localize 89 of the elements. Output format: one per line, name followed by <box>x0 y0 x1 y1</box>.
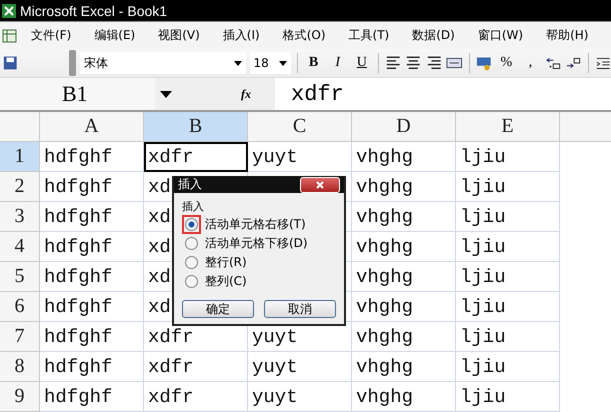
table-cell: yuyt <box>248 382 352 412</box>
table-cell: ljiu <box>456 322 560 352</box>
table-cell: hdfghf <box>40 352 144 382</box>
table-cell: ljiu <box>456 352 560 382</box>
toolbar-grip[interactable] <box>68 50 76 76</box>
table-cell: hdfghf <box>40 142 144 172</box>
menu-item[interactable]: 工具(T) <box>336 27 400 44</box>
table-cell: hdfghf <box>40 172 144 202</box>
table-cell: ljiu <box>456 202 560 232</box>
font-size-select[interactable]: 18 <box>250 52 290 74</box>
column-header[interactable]: C <box>248 112 352 142</box>
style-button[interactable]: I <box>328 52 348 74</box>
table-cell: vhghg <box>352 142 456 172</box>
radio-button[interactable] <box>185 275 198 288</box>
table-cell: yuyt <box>248 352 352 382</box>
dialog-button[interactable]: 确定 <box>182 300 254 318</box>
table-cell: vhghg <box>352 172 456 202</box>
radio-button[interactable] <box>185 237 198 250</box>
table-cell: ljiu <box>456 382 560 412</box>
number-format-button[interactable]: % <box>496 52 516 74</box>
table-cell: vhghg <box>352 202 456 232</box>
table-cell: yuyt <box>248 142 352 172</box>
dialog-button[interactable]: 取消 <box>264 300 336 318</box>
radio-button[interactable] <box>185 218 198 232</box>
table-cell: hdfghf <box>40 262 144 292</box>
align-icon[interactable] <box>405 55 422 72</box>
table-cell: hdfghf <box>40 202 144 232</box>
menu-item[interactable]: 帮助(H) <box>533 27 598 44</box>
table-cell: vhghg <box>352 292 456 322</box>
table-cell: ljiu <box>456 232 560 262</box>
menu-item[interactable]: 窗口(W) <box>464 27 534 44</box>
close-icon <box>316 180 324 189</box>
table-cell: hdfghf <box>40 292 144 322</box>
workbook-icon[interactable] <box>2 28 18 44</box>
number-format-button[interactable]: , <box>520 52 541 74</box>
menu-item[interactable]: 编辑(E) <box>81 27 146 44</box>
table-cell: hdfghf <box>40 232 144 262</box>
function-label[interactable]: fx <box>241 86 251 102</box>
row-header[interactable]: 1 <box>0 142 40 172</box>
close-button[interactable] <box>300 176 340 193</box>
row-header[interactable]: 9 <box>0 382 40 412</box>
table-cell: xdfr <box>144 352 248 382</box>
row-header[interactable]: 4 <box>0 232 40 262</box>
row-header[interactable]: 3 <box>0 202 40 232</box>
menu-item[interactable]: 数据(D) <box>399 27 465 44</box>
align-icon[interactable] <box>384 55 402 72</box>
table-cell: vhghg <box>352 262 456 292</box>
menu-item[interactable]: 格式(O) <box>270 27 336 44</box>
menu-item[interactable]: 文件(F) <box>18 27 82 44</box>
column-header[interactable]: D <box>352 112 456 142</box>
table-cell: ljiu <box>456 262 560 292</box>
table-cell: ljiu <box>456 142 560 172</box>
save-icon[interactable] <box>2 55 18 72</box>
row-header[interactable]: 7 <box>0 322 40 352</box>
increase-decimal-icon[interactable] <box>544 55 562 72</box>
caret-icon[interactable] <box>160 90 172 98</box>
style-button[interactable]: B <box>303 52 324 74</box>
table-cell: ljiu <box>456 292 560 322</box>
column-header[interactable]: E <box>456 112 560 142</box>
table-cell: xdfr <box>144 142 248 172</box>
font-select[interactable]: 宋体 <box>80 52 246 74</box>
table-cell: hdfghf <box>40 382 144 412</box>
row-header[interactable]: 5 <box>0 262 40 292</box>
table-cell: xdfr <box>144 382 248 412</box>
table-cell: vhghg <box>352 382 456 412</box>
formula-value[interactable]: xdfr <box>291 82 344 107</box>
window-title: Microsoft Excel - Book1 <box>20 2 168 19</box>
row-header[interactable]: 8 <box>0 352 40 382</box>
table-cell: ljiu <box>456 172 560 202</box>
row-header[interactable]: 6 <box>0 292 40 322</box>
name-box[interactable]: B1 <box>0 78 155 110</box>
table-cell: vhghg <box>352 232 456 262</box>
currency-icon[interactable] <box>476 55 492 72</box>
menu-item[interactable]: 插入(I) <box>210 27 270 44</box>
menu-item[interactable]: 视图(V) <box>145 27 210 44</box>
column-header[interactable]: A <box>40 112 144 142</box>
style-button[interactable]: U <box>352 52 372 74</box>
radio-button[interactable] <box>185 256 198 270</box>
column-header[interactable]: B <box>144 112 248 142</box>
caret-icon <box>278 60 286 66</box>
align-icon[interactable] <box>426 55 442 72</box>
table-cell: vhghg <box>352 322 456 352</box>
indent-icon[interactable] <box>594 55 611 72</box>
caret-icon <box>234 60 242 66</box>
table-cell: vhghg <box>352 352 456 382</box>
excel-logo-icon <box>2 4 16 18</box>
row-header[interactable]: 2 <box>0 172 40 202</box>
dialog-title: 插入 <box>178 176 202 194</box>
table-cell: hdfghf <box>40 322 144 352</box>
